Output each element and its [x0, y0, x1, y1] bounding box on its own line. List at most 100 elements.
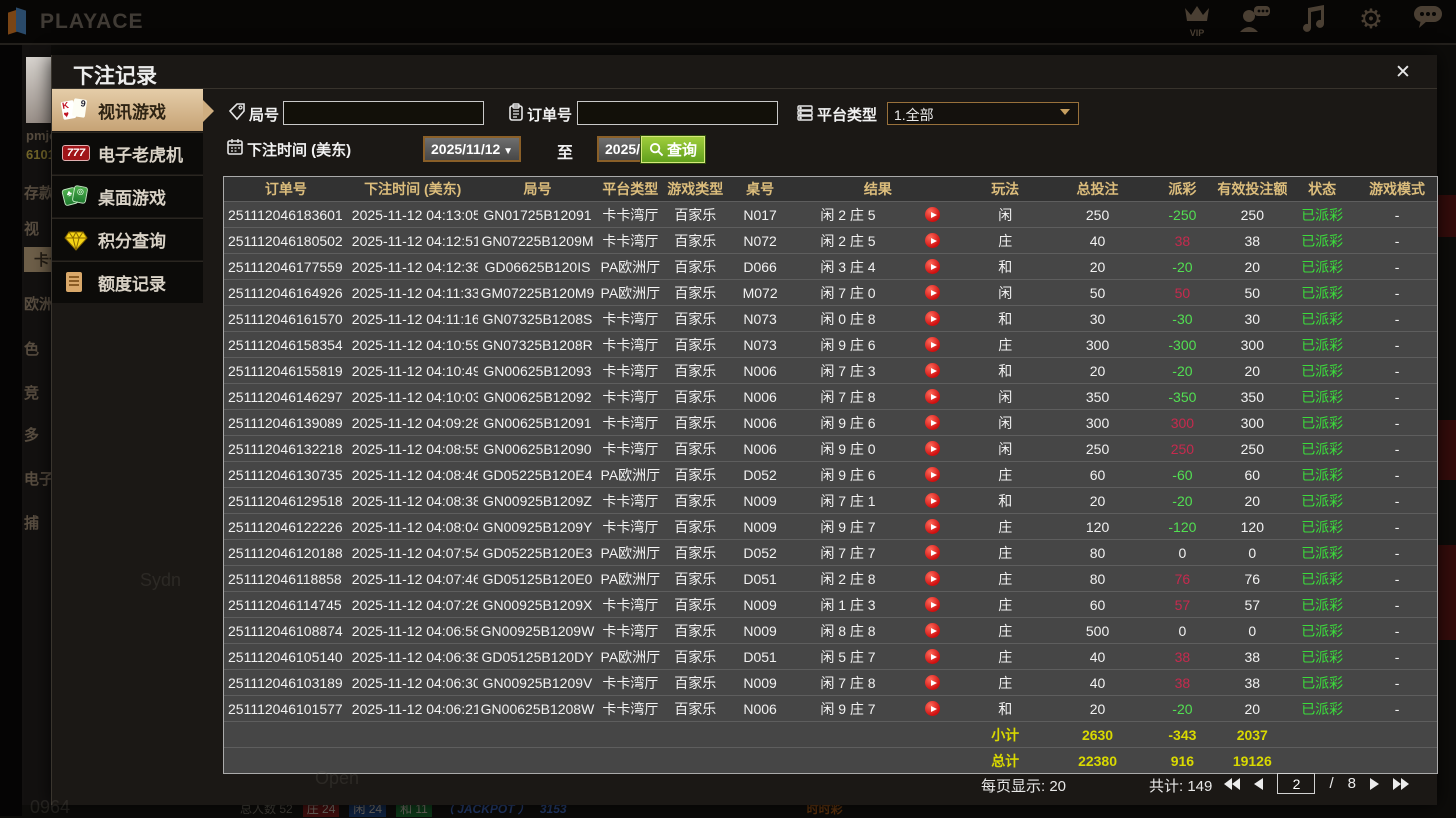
chat-bubbles-icon[interactable] [1412, 4, 1446, 40]
cell-total-bet: 20 [1089, 258, 1106, 275]
cell-status: 已派彩 [1301, 518, 1344, 535]
cell-valid-bet: 38 [1244, 232, 1261, 249]
playace-logo-text: PLAYACE [40, 10, 144, 33]
cell-payout: -20 [1172, 362, 1193, 379]
play-video-button[interactable] [925, 233, 941, 248]
cell-valid-bet: 300 [1240, 336, 1264, 353]
menu-item-label: 桌面游戏 [98, 189, 166, 208]
cell-payout: -350 [1168, 388, 1197, 405]
last-page-button[interactable] [1393, 777, 1409, 790]
column-header: 派彩 [1168, 181, 1197, 197]
cell-platform: 卡卡湾厅 [602, 518, 659, 535]
column-header: 有效投注额 [1217, 181, 1288, 197]
menu-item-points-query[interactable]: 积分查询 [52, 218, 203, 260]
cell-bet-time: 2025-11-12 04:08:55 [351, 440, 478, 457]
cell-game-no: GN00625B12091 [483, 414, 592, 431]
cell-game-type: 百家乐 [674, 414, 717, 431]
cell-platform: PA欧洲厅 [600, 648, 661, 665]
cell-bet-time: 2025-11-12 04:08:38 [351, 492, 478, 509]
background-nav-video: 视 [24, 221, 40, 238]
table-row: 251112046122226 2025-11-12 04:08:04 GN0092… [224, 513, 1437, 539]
result-value: 闲 8 庄 8 [820, 622, 876, 639]
cell-game-no: GN00625B12092 [483, 388, 592, 405]
cell-game-mode: - [1394, 284, 1400, 301]
cell-valid-bet: 250 [1240, 206, 1264, 223]
cell-game-type: 百家乐 [674, 310, 717, 327]
menu-item-slots[interactable]: 777 电子老虎机 [52, 132, 203, 174]
app-topbar: PLAYACE VIP ⚙ [0, 0, 1456, 45]
music-note-icon[interactable] [1296, 4, 1330, 40]
result-value: 闲 9 庄 6 [820, 414, 876, 431]
menu-item-video-games[interactable]: K ♥ 9 视讯游戏 [52, 89, 214, 131]
play-video-button[interactable] [925, 493, 941, 508]
cell-payout: 0 [1178, 544, 1187, 561]
cell-table-no: D051 [743, 570, 777, 587]
play-video-button[interactable] [925, 207, 941, 222]
order-no-input[interactable] [577, 101, 778, 125]
menu-item-quota-records[interactable]: 额度记录 [52, 261, 203, 303]
prev-page-button[interactable] [1254, 777, 1264, 790]
next-page-button[interactable] [1370, 777, 1379, 790]
cell-payout: -60 [1172, 466, 1193, 483]
customer-service-icon[interactable] [1238, 4, 1272, 40]
cell-valid-bet: 0 [1248, 622, 1257, 639]
menu-item-table-games[interactable]: ♣ ◎ 桌面游戏 [52, 175, 203, 217]
gear-icon[interactable]: ⚙ [1354, 4, 1388, 40]
modal-title: 下注记录 [73, 65, 157, 88]
platform-type-select[interactable]: 1.全部 [887, 102, 1079, 125]
play-video-button[interactable] [925, 285, 941, 300]
close-icon[interactable]: ✕ [1391, 61, 1415, 84]
cell-valid-bet: 30 [1244, 310, 1261, 327]
search-button[interactable]: 查询 [640, 135, 706, 164]
cell-status: 已派彩 [1301, 206, 1344, 223]
page-number-input[interactable] [1277, 773, 1316, 794]
diamond-icon [62, 226, 90, 254]
modal-footer: 每页显示: 20 共计: 149 / 8 [52, 771, 1437, 797]
result-value: 闲 9 庄 7 [820, 518, 876, 535]
cell-game-type: 百家乐 [674, 466, 717, 483]
cell-valid-bet: 20 [1244, 700, 1261, 717]
game-no-input[interactable] [283, 101, 484, 125]
play-video-button[interactable] [925, 545, 941, 560]
first-page-button[interactable] [1224, 777, 1241, 790]
cell-payout: 250 [1170, 440, 1195, 457]
cell-total-bet: 120 [1085, 518, 1110, 535]
cell-platform: 卡卡湾厅 [602, 232, 659, 249]
cell-platform: 卡卡湾厅 [602, 492, 659, 509]
cell-play-mode: 庄 [998, 596, 1013, 613]
chevron-down-icon [1060, 109, 1070, 115]
page-separator: / [1329, 775, 1334, 792]
cell-total-bet: 40 [1089, 232, 1106, 249]
play-video-button[interactable] [925, 597, 941, 612]
result-value: 闲 9 庄 6 [820, 466, 876, 483]
play-video-button[interactable] [925, 701, 941, 716]
play-video-button[interactable] [925, 623, 941, 638]
play-video-button[interactable] [925, 337, 941, 352]
cell-game-no: GN07325B1208S [482, 310, 593, 327]
play-video-button[interactable] [925, 519, 941, 534]
play-video-button[interactable] [925, 571, 941, 586]
cell-order-no: 251112046130735 [228, 466, 343, 483]
play-video-button[interactable] [925, 649, 941, 664]
date-from-select[interactable]: 2025/11/12 ▼ [423, 136, 521, 162]
play-video-button[interactable] [925, 259, 941, 274]
cell-table-no: N006 [743, 388, 777, 405]
cell-game-no: GD06625B120IS [484, 258, 591, 275]
cell-table-no: N073 [743, 336, 777, 353]
play-video-button[interactable] [925, 363, 941, 378]
cell-order-no: 251112046177559 [228, 258, 343, 275]
cell-table-no: N009 [743, 674, 777, 691]
cell-bet-time: 2025-11-12 04:07:54 [351, 544, 478, 561]
cell-platform: 卡卡湾厅 [602, 388, 659, 405]
cell-payout: -20 [1172, 492, 1193, 509]
play-video-button[interactable] [925, 415, 941, 430]
play-video-button[interactable] [925, 675, 941, 690]
subtotal-row-cell: -343 [1168, 726, 1197, 743]
vip-crown-icon[interactable]: VIP [1180, 4, 1214, 40]
cell-game-mode: - [1394, 700, 1400, 717]
play-video-button[interactable] [925, 311, 941, 326]
cell-valid-bet: 20 [1244, 492, 1261, 509]
play-video-button[interactable] [925, 389, 941, 404]
play-video-button[interactable] [925, 441, 941, 456]
play-video-button[interactable] [925, 467, 941, 482]
